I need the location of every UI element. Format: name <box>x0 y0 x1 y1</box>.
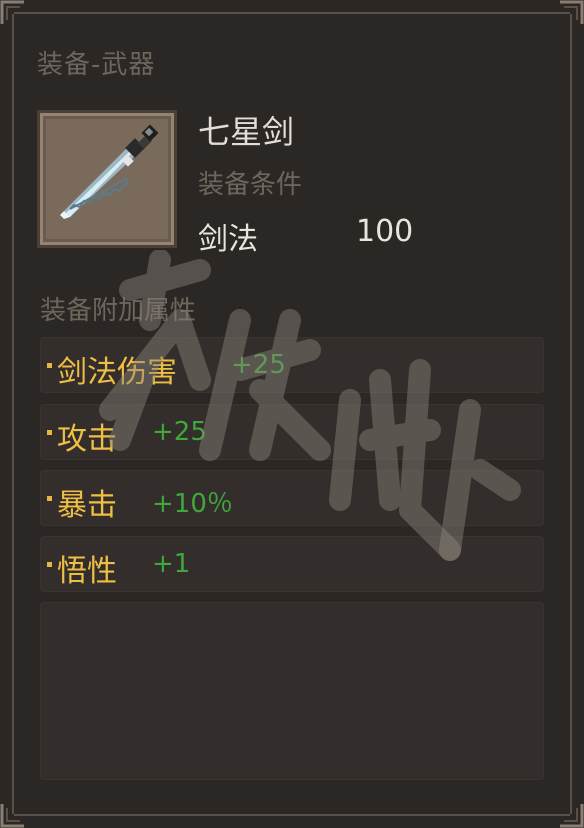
bullet-icon <box>47 363 52 368</box>
corner-ornament-icon <box>560 804 584 828</box>
attribute-name: 攻击 <box>57 422 117 457</box>
item-tooltip-panel: 装备-武器 七星剑 装备条件 剑法 100 装备附加属性 剑法伤害 +25 攻击… <box>0 0 584 828</box>
attribute-value: +10％ <box>152 489 233 519</box>
attribute-name: 暴击 <box>57 488 117 523</box>
attribute-row: 剑法伤害 +25 <box>40 337 544 393</box>
item-name: 七星剑 <box>198 113 295 151</box>
corner-ornament-icon <box>560 0 584 24</box>
bonus-attributes-title: 装备附加属性 <box>40 296 197 326</box>
requirement-skill: 剑法 <box>198 222 258 257</box>
frame-bottom <box>14 814 570 816</box>
attribute-row: 攻击 +25 <box>40 404 544 460</box>
item-icon-slot[interactable] <box>37 110 177 248</box>
attribute-name: 悟性 <box>57 554 117 589</box>
frame-right <box>570 14 572 814</box>
bullet-icon <box>47 430 52 435</box>
section-title: 装备-武器 <box>37 50 156 80</box>
requirement-title: 装备条件 <box>198 170 303 200</box>
attribute-value: +1 <box>152 549 191 579</box>
bullet-icon <box>47 562 52 567</box>
requirement-value: 100 <box>356 214 414 249</box>
attribute-value: +25 <box>231 350 286 380</box>
attribute-row: 暴击 +10％ <box>40 470 544 526</box>
attribute-row: 悟性 +1 <box>40 536 544 592</box>
corner-ornament-icon <box>0 0 24 24</box>
bullet-icon <box>47 496 52 501</box>
sword-icon <box>60 124 159 219</box>
attribute-name: 剑法伤害 <box>57 355 177 390</box>
frame-left <box>12 14 14 814</box>
empty-attribute-area <box>40 602 544 780</box>
attribute-value: +25 <box>152 417 207 447</box>
corner-ornament-icon <box>0 804 24 828</box>
frame-top <box>14 12 570 14</box>
